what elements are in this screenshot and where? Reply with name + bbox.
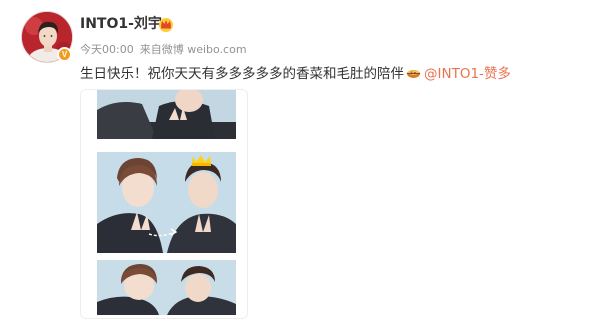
photo-panel-top: [97, 90, 236, 139]
post-text: 生日快乐！祝你天天有多多多多多的香菜和毛肚的陪伴 @INTO1-赞多: [80, 64, 511, 84]
post-source-prefix: 来自: [139, 43, 162, 56]
mention-link[interactable]: @INTO1-赞多: [424, 66, 511, 82]
hotpot-emoji-icon: [406, 69, 421, 78]
photo-panel-bottom: [97, 260, 236, 315]
post-meta: 今天00:00 来自微博 weibo.com: [80, 42, 247, 58]
post-source[interactable]: 微博 weibo.com: [162, 43, 247, 56]
post-body: 生日快乐！祝你天天有多多多多多的香菜和毛肚的陪伴: [80, 66, 404, 82]
crown-badge-icon[interactable]: [157, 16, 175, 32]
photo-panel-middle: [97, 152, 236, 253]
post-image[interactable]: [80, 89, 248, 319]
verified-icon: V: [57, 47, 72, 62]
post-time[interactable]: 今天00:00: [80, 43, 134, 56]
author-name[interactable]: INTO1-刘宇: [80, 14, 162, 34]
